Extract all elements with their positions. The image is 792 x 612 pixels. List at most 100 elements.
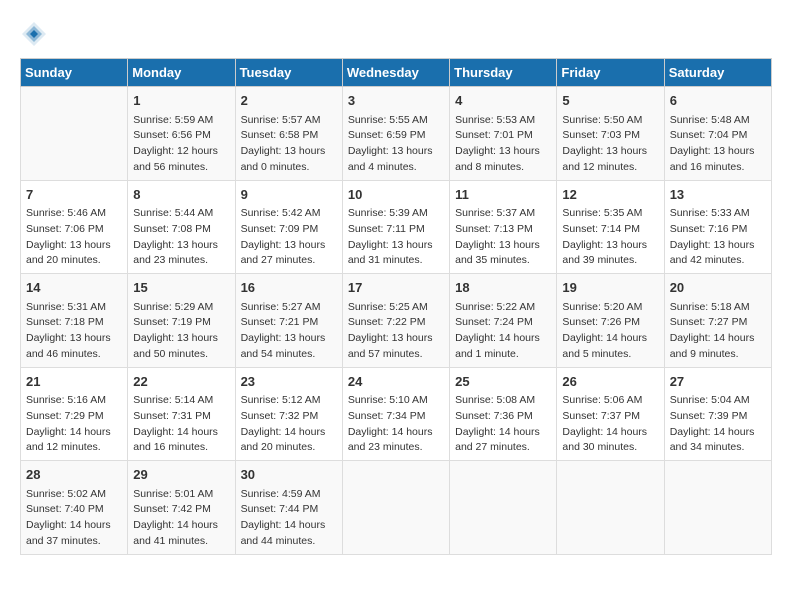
day-number: 23 [241, 372, 337, 392]
calendar-cell: 25Sunrise: 5:08 AM Sunset: 7:36 PM Dayli… [450, 367, 557, 461]
week-row-1: 1Sunrise: 5:59 AM Sunset: 6:56 PM Daylig… [21, 87, 772, 181]
page-header [20, 20, 772, 48]
day-number: 4 [455, 91, 551, 111]
calendar-cell: 2Sunrise: 5:57 AM Sunset: 6:58 PM Daylig… [235, 87, 342, 181]
calendar-cell: 28Sunrise: 5:02 AM Sunset: 7:40 PM Dayli… [21, 461, 128, 555]
day-info: Sunrise: 5:53 AM Sunset: 7:01 PM Dayligh… [455, 113, 551, 176]
calendar-cell: 8Sunrise: 5:44 AM Sunset: 7:08 PM Daylig… [128, 180, 235, 274]
day-number: 2 [241, 91, 337, 111]
day-info: Sunrise: 5:39 AM Sunset: 7:11 PM Dayligh… [348, 206, 444, 269]
day-info: Sunrise: 5:22 AM Sunset: 7:24 PM Dayligh… [455, 300, 551, 363]
calendar-cell [21, 87, 128, 181]
header-day-thursday: Thursday [450, 59, 557, 87]
header-day-tuesday: Tuesday [235, 59, 342, 87]
day-info: Sunrise: 5:25 AM Sunset: 7:22 PM Dayligh… [348, 300, 444, 363]
header-day-friday: Friday [557, 59, 664, 87]
calendar-cell: 10Sunrise: 5:39 AM Sunset: 7:11 PM Dayli… [342, 180, 449, 274]
day-number: 21 [26, 372, 122, 392]
week-row-4: 21Sunrise: 5:16 AM Sunset: 7:29 PM Dayli… [21, 367, 772, 461]
day-number: 16 [241, 278, 337, 298]
day-number: 9 [241, 185, 337, 205]
day-number: 17 [348, 278, 444, 298]
logo [20, 20, 50, 48]
day-number: 30 [241, 465, 337, 485]
day-info: Sunrise: 5:10 AM Sunset: 7:34 PM Dayligh… [348, 393, 444, 456]
calendar-body: 1Sunrise: 5:59 AM Sunset: 6:56 PM Daylig… [21, 87, 772, 555]
calendar-cell: 27Sunrise: 5:04 AM Sunset: 7:39 PM Dayli… [664, 367, 771, 461]
day-info: Sunrise: 5:59 AM Sunset: 6:56 PM Dayligh… [133, 113, 229, 176]
calendar-cell: 12Sunrise: 5:35 AM Sunset: 7:14 PM Dayli… [557, 180, 664, 274]
day-info: Sunrise: 5:57 AM Sunset: 6:58 PM Dayligh… [241, 113, 337, 176]
day-info: Sunrise: 5:04 AM Sunset: 7:39 PM Dayligh… [670, 393, 766, 456]
calendar-cell: 13Sunrise: 5:33 AM Sunset: 7:16 PM Dayli… [664, 180, 771, 274]
calendar-cell: 1Sunrise: 5:59 AM Sunset: 6:56 PM Daylig… [128, 87, 235, 181]
calendar-cell: 18Sunrise: 5:22 AM Sunset: 7:24 PM Dayli… [450, 274, 557, 368]
day-number: 11 [455, 185, 551, 205]
calendar-cell: 21Sunrise: 5:16 AM Sunset: 7:29 PM Dayli… [21, 367, 128, 461]
day-info: Sunrise: 5:35 AM Sunset: 7:14 PM Dayligh… [562, 206, 658, 269]
calendar-cell: 26Sunrise: 5:06 AM Sunset: 7:37 PM Dayli… [557, 367, 664, 461]
day-info: Sunrise: 4:59 AM Sunset: 7:44 PM Dayligh… [241, 487, 337, 550]
calendar-cell [450, 461, 557, 555]
day-info: Sunrise: 5:02 AM Sunset: 7:40 PM Dayligh… [26, 487, 122, 550]
day-number: 18 [455, 278, 551, 298]
calendar-cell: 20Sunrise: 5:18 AM Sunset: 7:27 PM Dayli… [664, 274, 771, 368]
calendar-cell: 22Sunrise: 5:14 AM Sunset: 7:31 PM Dayli… [128, 367, 235, 461]
header-day-saturday: Saturday [664, 59, 771, 87]
day-info: Sunrise: 5:50 AM Sunset: 7:03 PM Dayligh… [562, 113, 658, 176]
day-number: 19 [562, 278, 658, 298]
header-row: SundayMondayTuesdayWednesdayThursdayFrid… [21, 59, 772, 87]
day-number: 10 [348, 185, 444, 205]
day-info: Sunrise: 5:27 AM Sunset: 7:21 PM Dayligh… [241, 300, 337, 363]
calendar-cell: 23Sunrise: 5:12 AM Sunset: 7:32 PM Dayli… [235, 367, 342, 461]
day-number: 1 [133, 91, 229, 111]
day-number: 13 [670, 185, 766, 205]
day-info: Sunrise: 5:01 AM Sunset: 7:42 PM Dayligh… [133, 487, 229, 550]
day-info: Sunrise: 5:42 AM Sunset: 7:09 PM Dayligh… [241, 206, 337, 269]
calendar-cell: 14Sunrise: 5:31 AM Sunset: 7:18 PM Dayli… [21, 274, 128, 368]
day-info: Sunrise: 5:48 AM Sunset: 7:04 PM Dayligh… [670, 113, 766, 176]
day-info: Sunrise: 5:29 AM Sunset: 7:19 PM Dayligh… [133, 300, 229, 363]
day-number: 12 [562, 185, 658, 205]
day-number: 28 [26, 465, 122, 485]
day-info: Sunrise: 5:08 AM Sunset: 7:36 PM Dayligh… [455, 393, 551, 456]
calendar-cell: 29Sunrise: 5:01 AM Sunset: 7:42 PM Dayli… [128, 461, 235, 555]
day-number: 25 [455, 372, 551, 392]
calendar-cell: 3Sunrise: 5:55 AM Sunset: 6:59 PM Daylig… [342, 87, 449, 181]
calendar-cell [342, 461, 449, 555]
calendar-cell: 5Sunrise: 5:50 AM Sunset: 7:03 PM Daylig… [557, 87, 664, 181]
header-day-wednesday: Wednesday [342, 59, 449, 87]
day-info: Sunrise: 5:33 AM Sunset: 7:16 PM Dayligh… [670, 206, 766, 269]
day-number: 26 [562, 372, 658, 392]
calendar-cell: 6Sunrise: 5:48 AM Sunset: 7:04 PM Daylig… [664, 87, 771, 181]
calendar-cell: 15Sunrise: 5:29 AM Sunset: 7:19 PM Dayli… [128, 274, 235, 368]
calendar-cell: 16Sunrise: 5:27 AM Sunset: 7:21 PM Dayli… [235, 274, 342, 368]
day-number: 22 [133, 372, 229, 392]
calendar-cell [664, 461, 771, 555]
day-info: Sunrise: 5:31 AM Sunset: 7:18 PM Dayligh… [26, 300, 122, 363]
calendar-cell: 19Sunrise: 5:20 AM Sunset: 7:26 PM Dayli… [557, 274, 664, 368]
week-row-5: 28Sunrise: 5:02 AM Sunset: 7:40 PM Dayli… [21, 461, 772, 555]
calendar-table: SundayMondayTuesdayWednesdayThursdayFrid… [20, 58, 772, 555]
day-number: 20 [670, 278, 766, 298]
day-number: 27 [670, 372, 766, 392]
day-info: Sunrise: 5:12 AM Sunset: 7:32 PM Dayligh… [241, 393, 337, 456]
calendar-cell [557, 461, 664, 555]
day-info: Sunrise: 5:37 AM Sunset: 7:13 PM Dayligh… [455, 206, 551, 269]
calendar-cell: 9Sunrise: 5:42 AM Sunset: 7:09 PM Daylig… [235, 180, 342, 274]
day-number: 7 [26, 185, 122, 205]
calendar-header: SundayMondayTuesdayWednesdayThursdayFrid… [21, 59, 772, 87]
day-number: 15 [133, 278, 229, 298]
day-info: Sunrise: 5:55 AM Sunset: 6:59 PM Dayligh… [348, 113, 444, 176]
day-number: 8 [133, 185, 229, 205]
day-info: Sunrise: 5:44 AM Sunset: 7:08 PM Dayligh… [133, 206, 229, 269]
calendar-cell: 11Sunrise: 5:37 AM Sunset: 7:13 PM Dayli… [450, 180, 557, 274]
calendar-cell: 17Sunrise: 5:25 AM Sunset: 7:22 PM Dayli… [342, 274, 449, 368]
header-day-monday: Monday [128, 59, 235, 87]
calendar-cell: 30Sunrise: 4:59 AM Sunset: 7:44 PM Dayli… [235, 461, 342, 555]
day-number: 5 [562, 91, 658, 111]
week-row-2: 7Sunrise: 5:46 AM Sunset: 7:06 PM Daylig… [21, 180, 772, 274]
logo-icon [20, 20, 48, 48]
week-row-3: 14Sunrise: 5:31 AM Sunset: 7:18 PM Dayli… [21, 274, 772, 368]
calendar-cell: 7Sunrise: 5:46 AM Sunset: 7:06 PM Daylig… [21, 180, 128, 274]
